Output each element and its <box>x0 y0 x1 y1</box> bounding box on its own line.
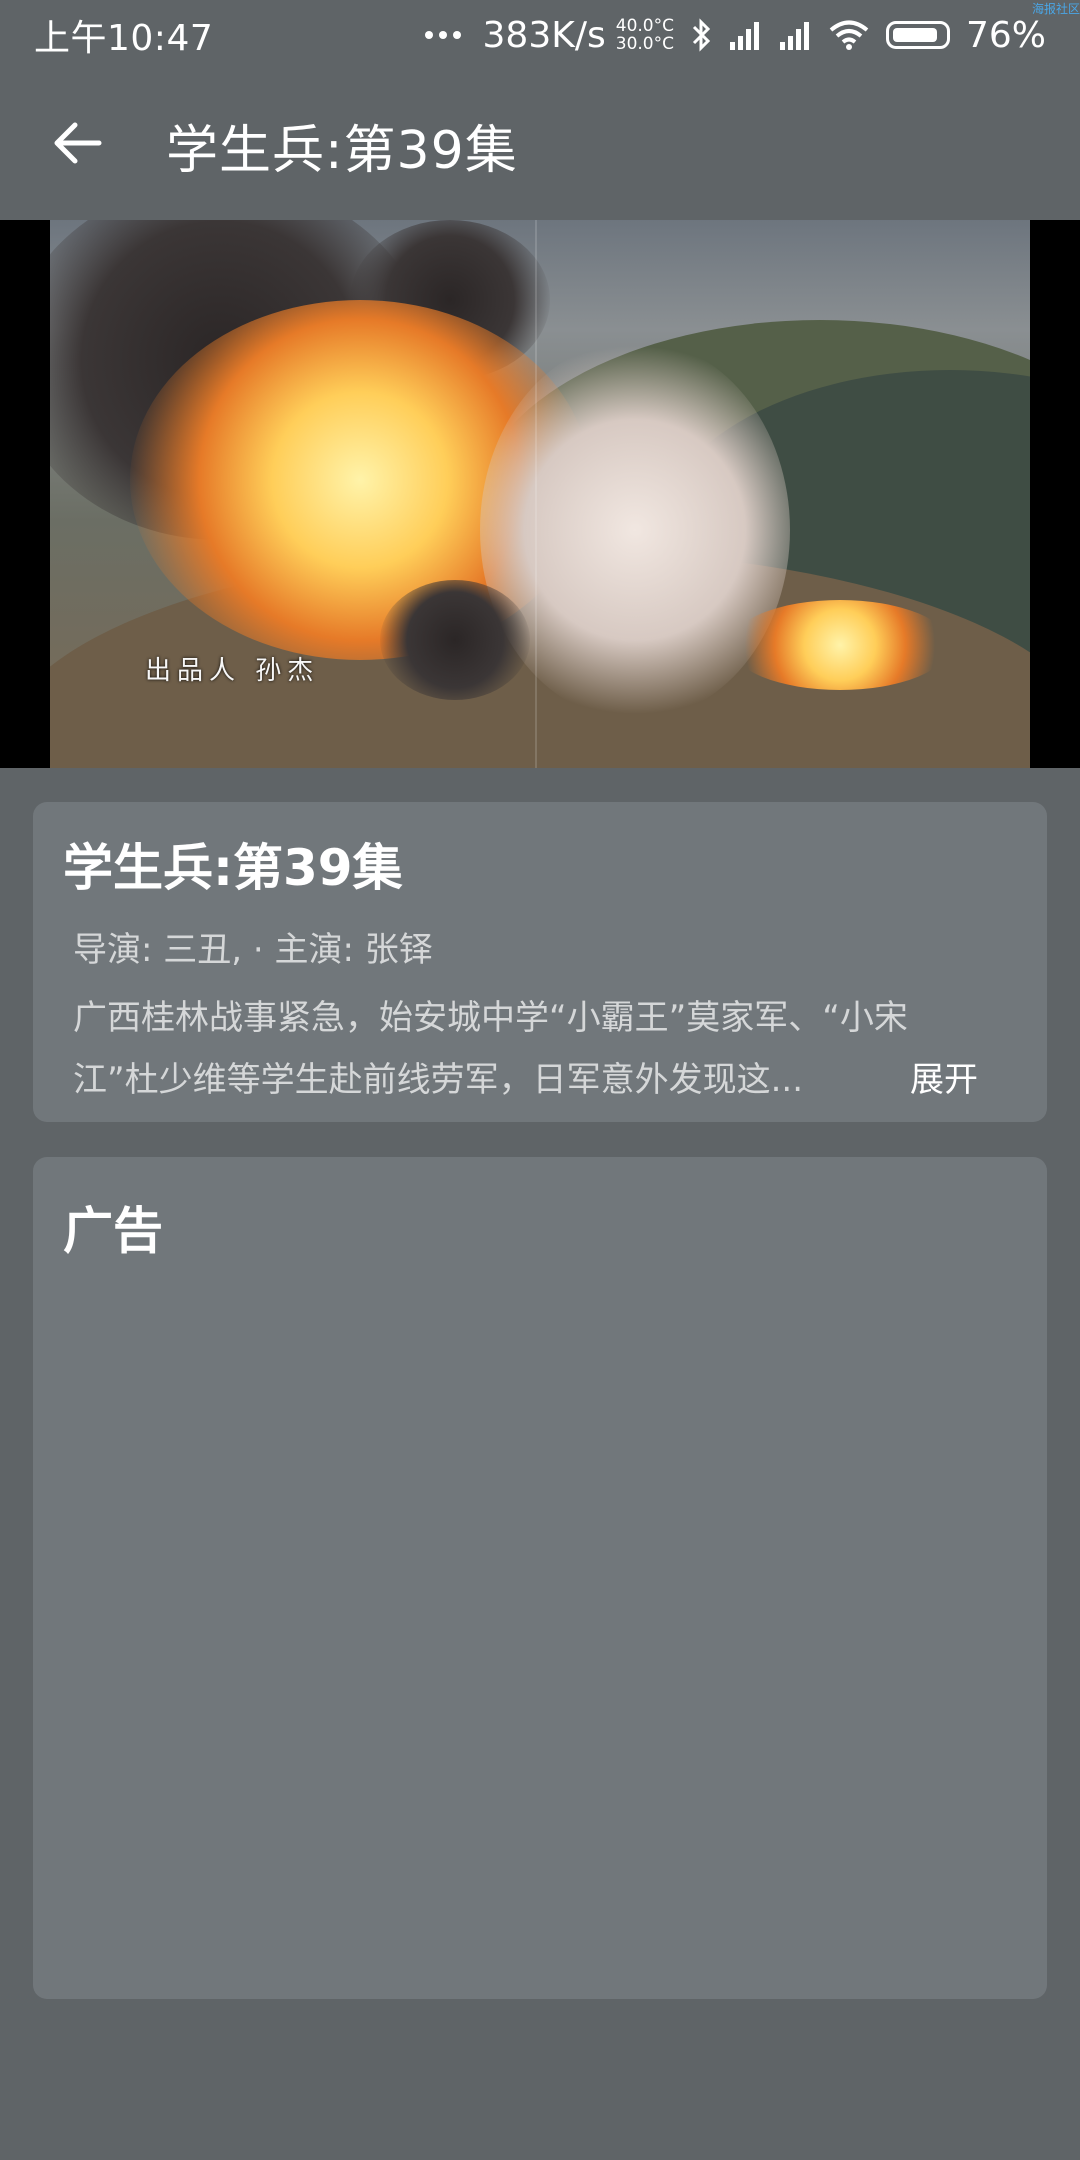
app-bar: 学生兵:第39集 <box>0 70 1080 220</box>
signal-icon-1 <box>728 20 762 50</box>
status-bar: 上午10:47 383K/s 40.0°C 30.0°C 76% <box>0 0 1080 70</box>
description-text: 广西桂林战事紧急，始安城中学“小霸王”莫家军、“小宋江”杜少维等学生赴前线劳军，… <box>73 998 908 1100</box>
episode-credits: 导演: 三丑, · 主演: 张铎 <box>73 930 433 970</box>
ad-title: 广告 <box>63 1202 163 1260</box>
wifi-icon <box>828 19 870 51</box>
back-button[interactable] <box>38 105 118 185</box>
corner-watermark: 海报社区 <box>1031 2 1080 16</box>
status-icons: 383K/s 40.0°C 30.0°C 76% <box>424 14 1046 56</box>
expand-button[interactable]: 展开 <box>910 1049 978 1111</box>
bluetooth-icon <box>690 18 712 52</box>
signal-icon-2 <box>778 20 812 50</box>
episode-description: 广西桂林战事紧急，始安城中学“小霸王”莫家军、“小宋江”杜少维等学生赴前线劳军，… <box>73 987 978 1111</box>
battery-percent: 76% <box>965 14 1046 56</box>
ad-card: 广告 <box>33 1157 1047 1999</box>
video-frame: 出品人 孙杰 <box>50 220 1030 768</box>
episode-title: 学生兵:第39集 <box>63 839 403 897</box>
video-player[interactable]: 出品人 孙杰 <box>0 220 1080 768</box>
more-dots-icon <box>424 31 461 39</box>
temperature-readout: 40.0°C 30.0°C <box>616 17 674 53</box>
temp-low: 30.0°C <box>615 34 674 54</box>
status-time: 上午10:47 <box>34 18 214 59</box>
arrow-left-icon <box>53 121 103 169</box>
temp-high: 40.0°C <box>615 16 674 36</box>
page-title: 学生兵:第39集 <box>166 120 518 181</box>
battery-icon <box>885 21 950 49</box>
video-caption: 出品人 孙杰 <box>145 656 320 686</box>
network-speed: 383K/s <box>482 14 606 56</box>
episode-info-card: 学生兵:第39集 导演: 三丑, · 主演: 张铎 广西桂林战事紧急，始安城中学… <box>33 802 1047 1122</box>
